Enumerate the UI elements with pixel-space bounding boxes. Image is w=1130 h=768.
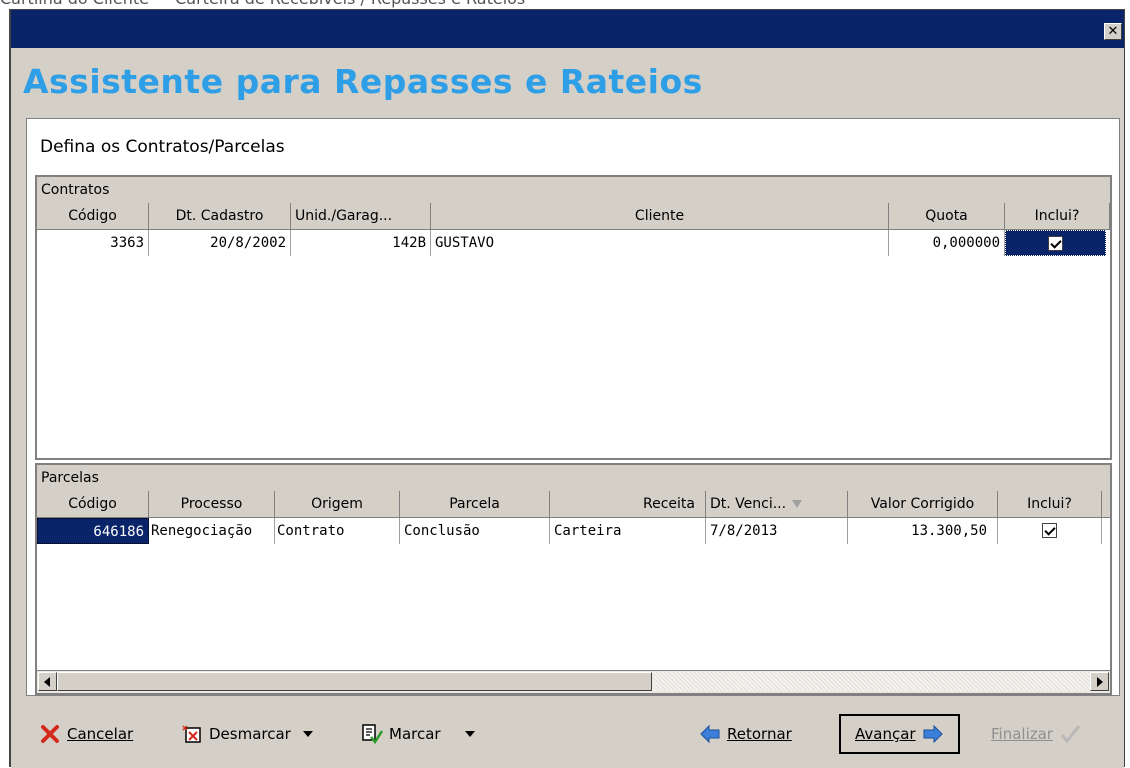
col-cliente[interactable]: Cliente: [431, 203, 889, 229]
parcela-codigo: 646186: [37, 518, 149, 544]
scroll-left-icon[interactable]: [38, 672, 57, 691]
check-list-icon: [362, 724, 383, 745]
contrato-inclui-cell[interactable]: [1005, 230, 1106, 256]
instruction-label: Defina os Contratos/Parcelas: [40, 137, 285, 157]
col-unidade[interactable]: Unid./Garag...: [291, 203, 431, 229]
col-dt-venc-label: Dt. Venci...: [710, 496, 787, 512]
parcela-processo: Renegociação: [149, 518, 275, 544]
wizard-header: Assistente para Repasses e Rateios: [11, 48, 1124, 118]
col-quota[interactable]: Quota: [889, 203, 1005, 229]
parcela-parcela: Conclusão: [400, 518, 550, 544]
wizard-content: Defina os Contratos/Parcelas Contratos C…: [26, 118, 1120, 696]
parcela-inclui-cell[interactable]: [998, 518, 1102, 544]
contrato-codigo: 3363: [37, 230, 149, 256]
parcelas-header: Código Processo Origem Parcela Receita D…: [37, 491, 1110, 518]
col-codigo[interactable]: Código: [37, 203, 149, 229]
scroll-right-icon[interactable]: [1090, 672, 1109, 691]
col-codigo[interactable]: Código: [37, 491, 149, 517]
forward-arrow-icon: [923, 724, 943, 744]
include-checkbox[interactable]: [1048, 235, 1063, 251]
contrato-quota: 0,000000: [889, 230, 1005, 256]
chevron-down-icon[interactable]: [464, 731, 475, 737]
table-row[interactable]: 3363 20/8/2002 142B GUSTAVO 0,000000: [37, 230, 1110, 256]
contrato-unidade: 142B: [291, 230, 431, 256]
back-arrow-icon: [700, 724, 720, 744]
cancel-label: Cancelar: [67, 725, 134, 743]
col-receita[interactable]: Receita: [550, 491, 706, 517]
col-dt-venc[interactable]: Dt. Venci...: [706, 491, 848, 517]
retornar-button[interactable]: Retornar: [699, 716, 792, 752]
col-processo[interactable]: Processo: [149, 491, 275, 517]
marcar-button[interactable]: Marcar: [361, 716, 475, 752]
contrato-dt-cadastro: 20/8/2002: [149, 230, 291, 256]
wizard-title: Assistente para Repasses e Rateios: [23, 62, 703, 101]
contratos-header: Código Dt. Cadastro Unid./Garag... Clien…: [37, 203, 1110, 230]
chevron-down-icon[interactable]: [302, 731, 313, 737]
parcelas-grid: Parcelas Código Processo Origem Parcela …: [35, 463, 1112, 695]
parcela-origem: Contrato: [275, 518, 400, 544]
retornar-label: Retornar: [727, 725, 792, 743]
cancel-button[interactable]: Cancelar: [39, 716, 133, 752]
contratos-grid: Contratos Código Dt. Cadastro Unid./Gara…: [35, 175, 1112, 460]
finish-check-icon: [1060, 725, 1081, 744]
parcelas-caption: Parcelas: [37, 465, 1110, 492]
col-dt-cadastro[interactable]: Dt. Cadastro: [149, 203, 291, 229]
col-origem[interactable]: Origem: [275, 491, 400, 517]
scroll-thumb[interactable]: [57, 672, 652, 691]
avancar-label: Avançar: [855, 725, 916, 743]
cancel-icon: [41, 725, 59, 743]
wizard-toolbar: Cancelar Desmarcar Marcar Retornar Avanç…: [11, 700, 1124, 768]
page-caption: Cartilha do Cliente — Carteira de Recebí…: [0, 0, 525, 9]
contrato-cliente: GUSTAVO: [431, 230, 889, 256]
avancar-button[interactable]: Avançar: [839, 714, 960, 754]
col-inclui[interactable]: Inclui?: [1005, 203, 1110, 229]
parcela-dt-venc: 7/8/2013: [706, 518, 848, 544]
contratos-caption: Contratos: [37, 177, 1110, 204]
desmarcar-label: Desmarcar: [209, 725, 291, 743]
table-row[interactable]: 646186 Renegociação Contrato Conclusão C…: [37, 518, 1110, 544]
col-parcela[interactable]: Parcela: [400, 491, 550, 517]
title-bar: ✕: [11, 10, 1124, 48]
scroll-track[interactable]: [653, 672, 1090, 691]
close-icon[interactable]: ✕: [1104, 23, 1122, 40]
finalizar-button[interactable]: Finalizar: [991, 716, 1081, 752]
include-checkbox[interactable]: [1042, 522, 1057, 538]
wizard-window: ✕ Assistente para Repasses e Rateios Def…: [9, 9, 1125, 768]
finalizar-label: Finalizar: [991, 725, 1053, 743]
uncheck-icon: [182, 725, 201, 743]
parcela-receita: Carteira: [550, 518, 706, 544]
sort-desc-icon: [792, 500, 803, 508]
col-inclui[interactable]: Inclui?: [998, 491, 1102, 517]
horizontal-scrollbar[interactable]: [37, 670, 1110, 693]
desmarcar-button[interactable]: Desmarcar: [181, 716, 313, 752]
marcar-label: Marcar: [389, 725, 441, 743]
parcela-valor: 13.300,50: [848, 518, 998, 544]
col-valor[interactable]: Valor Corrigido: [848, 491, 998, 517]
